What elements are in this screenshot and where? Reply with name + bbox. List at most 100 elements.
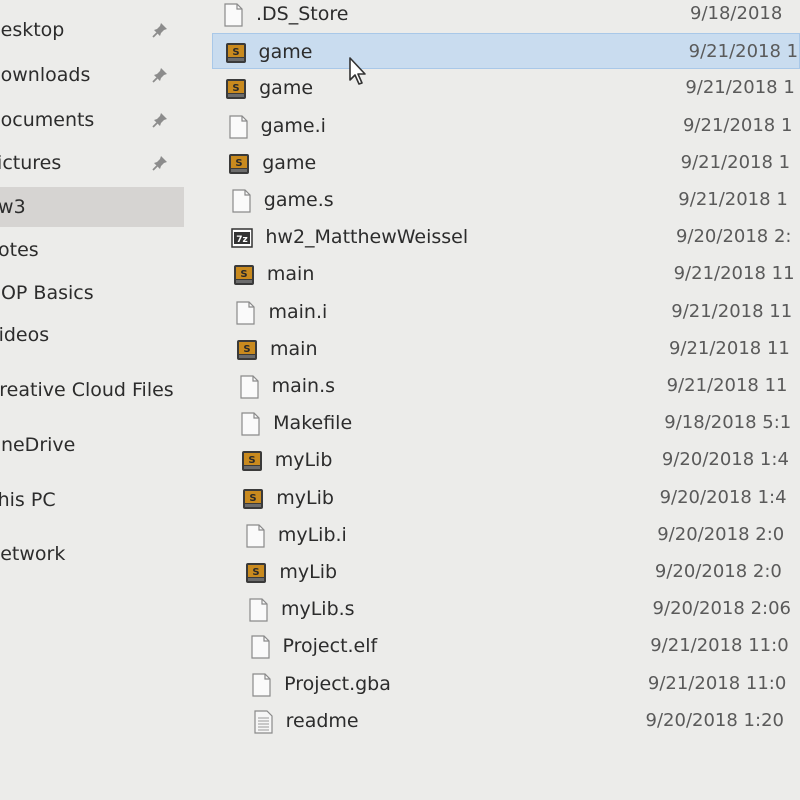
file-name: Project.elf <box>282 635 378 658</box>
file-row[interactable]: SmyLib 9/20/2018 2:0 <box>212 554 800 590</box>
file-name: readme <box>285 709 359 732</box>
svg-text:S: S <box>253 567 260 578</box>
file-date-modified: 9/21/2018 1 <box>678 189 788 210</box>
blank-file-icon <box>229 114 248 139</box>
file-name: hw2_MatthewWeissel <box>265 226 469 249</box>
file-row[interactable]: myLib.s 9/20/2018 2:06 <box>212 591 800 627</box>
file-row[interactable]: game.i 9/21/2018 1 <box>212 108 800 144</box>
sidebar-item-downloads[interactable]: Downloads <box>0 55 184 95</box>
file-name: game.s <box>263 189 334 211</box>
file-date-modified: 9/20/2018 1:4 <box>659 486 787 508</box>
sidebar-item-hw3[interactable]: hw3 <box>0 187 184 227</box>
file-list: .DS_Store 9/18/2018 Sgame 9/21/2018 1 Sgame 9… <box>212 0 800 800</box>
sidebar-item-videos[interactable]: Videos <box>0 315 184 355</box>
sidebar-item-label: Documents <box>0 109 95 131</box>
file-date-modified: 9/18/2018 5:1 <box>664 412 792 434</box>
sidebar-item-creative-cloud-files[interactable]: Creative Cloud Files <box>0 370 184 410</box>
sidebar-item-label: OneDrive <box>0 434 76 456</box>
svg-text:S: S <box>233 83 240 94</box>
blank-file-icon <box>249 598 268 622</box>
file-name: myLib <box>276 486 334 509</box>
file-date-modified: 9/20/2018 2:0 <box>657 523 785 545</box>
file-row[interactable]: game.s 9/21/2018 1 <box>212 182 800 218</box>
file-name: Makefile <box>273 412 353 435</box>
7z-archive-icon: 7z <box>231 228 254 248</box>
file-name: main.s <box>271 375 336 397</box>
file-row[interactable]: myLib.i 9/20/2018 2:0 <box>212 517 800 553</box>
file-row[interactable]: Smain 9/21/2018 11 <box>212 256 800 292</box>
file-date-modified: 9/21/2018 11 <box>666 375 788 396</box>
file-date-modified: 9/21/2018 11 <box>671 300 793 322</box>
blank-file-icon <box>246 524 265 548</box>
blank-file-icon <box>239 375 259 399</box>
file-row[interactable]: Project.elf 9/21/2018 11:0 <box>212 628 800 664</box>
file-date-modified: 9/18/2018 <box>690 3 783 24</box>
s-file-icon: S <box>237 339 258 360</box>
file-row[interactable]: readme 9/20/2018 1:20 <box>212 703 800 739</box>
sidebar-item-label: Downloads <box>0 64 91 86</box>
file-date-modified: 9/21/2018 11:0 <box>647 672 787 694</box>
pin-icon[interactable] <box>152 155 168 171</box>
file-date-modified: 9/20/2018 2:06 <box>652 598 791 620</box>
pin-icon[interactable] <box>152 22 168 38</box>
file-date-modified: 9/21/2018 1 <box>688 41 799 63</box>
blank-file-icon <box>224 3 243 27</box>
svg-text:S: S <box>250 493 257 504</box>
blank-file-icon <box>250 635 270 659</box>
blank-file-icon <box>236 300 256 325</box>
pin-icon[interactable] <box>152 112 168 128</box>
sidebar-item-desktop[interactable]: Desktop <box>0 10 184 50</box>
sidebar-item-network[interactable]: Network <box>0 534 184 574</box>
file-date-modified: 9/21/2018 1 <box>685 77 795 99</box>
file-date-modified: 9/21/2018 11 <box>668 337 790 359</box>
sidebar-item-label: notes <box>0 239 39 261</box>
sidebar-item-label: Pictures <box>0 152 62 174</box>
file-name: game.i <box>260 114 326 137</box>
file-row[interactable]: main.s 9/21/2018 11 <box>212 368 800 404</box>
s-file-icon: S <box>229 153 250 174</box>
s-file-icon: S <box>233 265 254 286</box>
blank-file-icon <box>232 189 251 213</box>
file-name: myLib <box>279 561 338 583</box>
file-name: game <box>262 151 317 174</box>
file-row[interactable]: Sgame 9/21/2018 1 <box>212 70 800 106</box>
s-file-icon: S <box>246 563 267 583</box>
sidebar-item-label: Creative Cloud Files <box>0 379 174 401</box>
file-row[interactable]: SmyLib 9/20/2018 1:4 <box>212 480 800 516</box>
sidebar-item-label: hw3 <box>0 196 26 218</box>
sidebar-item-label: OOP Basics <box>0 282 94 304</box>
svg-text:7z: 7z <box>237 235 249 245</box>
file-row[interactable]: Project.gba 9/21/2018 11:0 <box>212 666 800 702</box>
sidebar-item-documents[interactable]: Documents <box>0 100 184 140</box>
file-date-modified: 9/21/2018 11 <box>673 263 795 285</box>
sidebar-item-label: Desktop <box>0 19 65 41</box>
svg-text:S: S <box>243 344 250 355</box>
sidebar-item-label: Network <box>0 543 66 565</box>
s-file-icon: S <box>243 488 264 509</box>
pin-icon[interactable] <box>152 67 168 83</box>
sidebar-item-label: This PC <box>0 489 56 511</box>
blank-file-icon <box>241 412 260 436</box>
file-row[interactable]: .DS_Store 9/18/2018 <box>212 0 800 32</box>
sidebar-item-notes[interactable]: notes <box>0 230 184 270</box>
sidebar-item-onedrive[interactable]: OneDrive <box>0 425 184 465</box>
sidebar-item-pictures[interactable]: Pictures <box>0 143 184 183</box>
sidebar-item-this-pc[interactable]: This PC <box>0 480 184 520</box>
sidebar-item-oop-basics[interactable]: OOP Basics <box>0 273 184 313</box>
file-row[interactable]: 7z hw2_MatthewWeissel 9/20/2018 2: <box>212 219 800 255</box>
s-file-icon: S <box>241 451 262 472</box>
file-row[interactable]: Sgame 9/21/2018 1 <box>212 33 800 70</box>
file-row[interactable]: main.i 9/21/2018 11 <box>212 294 800 330</box>
file-row[interactable]: Smain 9/21/2018 11 <box>212 331 800 367</box>
file-date-modified: 9/20/2018 1:4 <box>661 449 789 471</box>
file-name: game <box>258 41 313 64</box>
file-date-modified: 9/21/2018 11:0 <box>650 635 789 657</box>
file-row[interactable]: Makefile 9/18/2018 5:1 <box>212 405 800 441</box>
file-date-modified: 9/21/2018 1 <box>682 114 793 136</box>
file-row[interactable]: Sgame 9/21/2018 1 <box>212 145 800 181</box>
file-name: main.i <box>268 300 328 323</box>
file-name: myLib <box>274 449 333 472</box>
svg-text:S: S <box>236 158 243 169</box>
file-row[interactable]: SmyLib 9/20/2018 1:4 <box>212 442 800 478</box>
file-date-modified: 9/21/2018 1 <box>680 151 791 173</box>
